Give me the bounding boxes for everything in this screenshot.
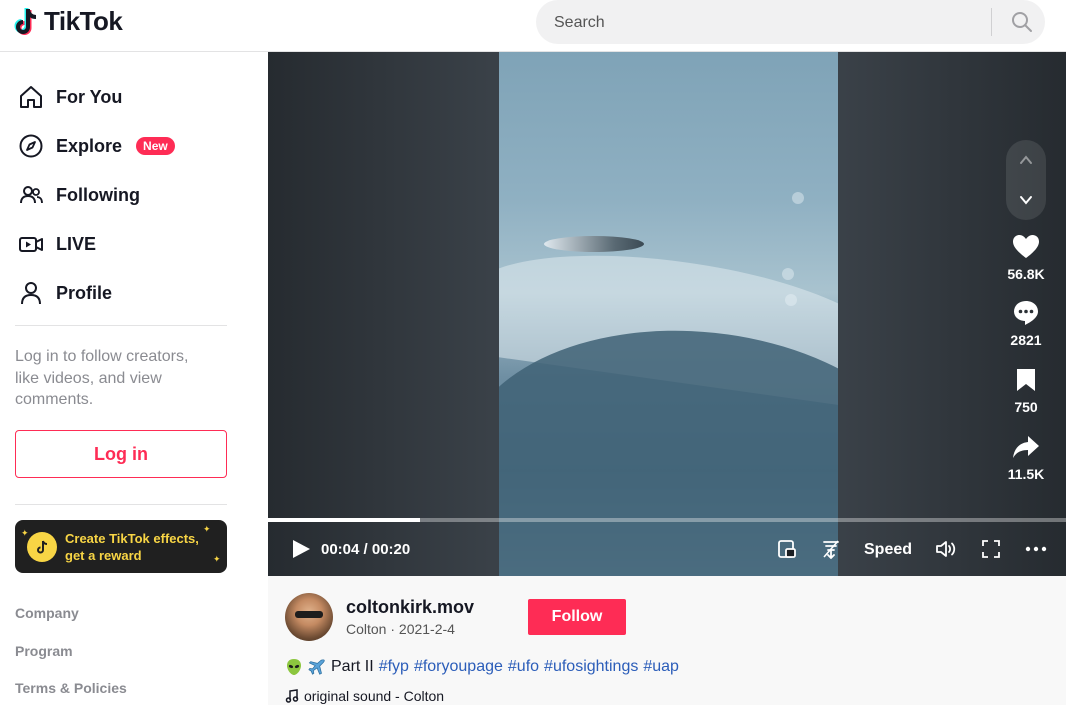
comment-count: 2821 (1010, 332, 1042, 348)
sound-link[interactable]: original sound - Colton (285, 688, 444, 704)
playback-time: 00:04 / 00:20 (321, 541, 411, 558)
footer-link-terms[interactable]: Terms & Policies (15, 680, 127, 696)
comment-button[interactable]: 2821 (998, 298, 1054, 348)
creator-username[interactable]: coltonkirk.mov (346, 597, 474, 618)
effects-note-icon (27, 531, 57, 562)
sidebar-divider (15, 325, 227, 326)
like-count: 56.8K (1007, 266, 1045, 282)
users-icon (18, 182, 44, 208)
light-glint (792, 192, 804, 204)
speed-button[interactable]: Speed (864, 541, 912, 559)
footer-link-program[interactable]: Program (15, 643, 73, 659)
floating-player-icon (778, 540, 796, 558)
sidebar-item-live[interactable]: LIVE (18, 226, 96, 262)
home-icon (18, 84, 44, 110)
sidebar-item-label: LIVE (56, 233, 97, 254)
sidebar-divider (15, 504, 227, 505)
music-note-icon (285, 689, 299, 703)
brand-name: TikTok (44, 6, 123, 36)
live-camera-icon (18, 231, 44, 257)
hashtag-link[interactable]: #ufo (508, 658, 539, 676)
next-video-button[interactable] (1016, 190, 1036, 210)
share-icon (998, 432, 1054, 462)
create-effects-banner[interactable]: Create TikTok effects, get a reward ✦ ✦ … (15, 520, 227, 573)
creator-subline: Colton · 2021-2-4 (346, 621, 455, 637)
person-icon (18, 280, 44, 306)
light-glint (782, 268, 794, 280)
new-badge: New (136, 137, 175, 155)
share-button[interactable]: 11.5K (998, 432, 1054, 482)
sidebar-item-label: Explore (56, 135, 123, 156)
comment-icon (998, 298, 1054, 328)
login-prompt-text: Log in to follow creators, like videos, … (15, 348, 189, 408)
sound-name: original sound - Colton (304, 688, 445, 704)
sparkle-icon: ✦ (213, 554, 221, 564)
video-player[interactable]: 56.8K 2821 750 11.5K 00:04 / 00:20 Speed (268, 52, 1066, 576)
tiktok-note-icon (14, 7, 37, 35)
sparkle-icon: ✦ (203, 524, 211, 534)
effects-banner-text: Create TikTok effects, get a reward (65, 530, 199, 563)
tiktok-logo[interactable]: TikTok (14, 6, 123, 37)
more-options-button[interactable] (1025, 538, 1047, 560)
volume-icon (936, 541, 956, 557)
fullscreen-icon (982, 540, 1000, 558)
more-dots-icon (1025, 546, 1047, 552)
video-caption: Part II #fyp #foryoupage #ufo #ufosighti… (285, 658, 679, 676)
post-info: coltonkirk.mov Colton · 2021-2-4 Follow … (268, 576, 1066, 705)
auto-scroll-icon (823, 540, 839, 559)
video-frame[interactable] (499, 52, 838, 576)
bookmark-count: 750 (1014, 399, 1038, 415)
sidebar-item-profile[interactable]: Profile (18, 275, 112, 311)
search-divider (991, 8, 992, 36)
alien-icon (285, 658, 303, 676)
share-count: 11.5K (1007, 466, 1045, 482)
hashtag-link[interactable]: #fyp (379, 658, 409, 676)
chevron-up-icon (1020, 155, 1032, 164)
hashtag-link[interactable]: #uap (643, 658, 679, 676)
volume-button[interactable] (935, 538, 957, 560)
search-button[interactable] (998, 0, 1045, 44)
sidebar-item-following[interactable]: Following (18, 177, 140, 213)
sidebar-item-for-you[interactable]: For You (18, 79, 122, 115)
login-button[interactable]: Log in (15, 430, 227, 478)
search-bar (536, 0, 1045, 46)
heart-icon (998, 232, 1054, 262)
floating-player-button[interactable] (776, 538, 798, 560)
avatar[interactable] (285, 593, 333, 641)
hashtag-link[interactable]: #ufosightings (544, 658, 638, 676)
bookmark-button[interactable]: 750 (998, 365, 1054, 415)
sparkle-icon: ✦ (21, 528, 29, 538)
sidebar-item-explore[interactable]: Explore New (18, 128, 175, 164)
sidebar-item-label: Following (56, 184, 140, 205)
sidebar-item-label: For You (56, 86, 123, 107)
bookmark-icon (998, 365, 1054, 395)
chevron-down-icon (1020, 196, 1032, 205)
play-icon (293, 540, 310, 558)
caption-text: Part II (331, 658, 374, 675)
auto-scroll-button[interactable] (820, 538, 842, 560)
sunglasses-shape (295, 611, 323, 618)
player-controls: 00:04 / 00:20 Speed (268, 522, 1066, 576)
previous-video-button[interactable] (1016, 150, 1036, 170)
sidebar: For You Explore New Following LIVE Profi… (0, 52, 268, 705)
top-header: TikTok (0, 0, 1066, 52)
light-glint (785, 294, 797, 306)
follow-button[interactable]: Follow (528, 599, 626, 635)
sidebar-item-label: Profile (56, 282, 113, 303)
airplane-icon (308, 658, 326, 676)
like-button[interactable]: 56.8K (998, 232, 1054, 282)
video-nav-arrows (1006, 140, 1046, 220)
search-input[interactable] (552, 0, 986, 46)
hashtag-link[interactable]: #foryoupage (414, 658, 503, 676)
fullscreen-button[interactable] (980, 538, 1002, 560)
play-button[interactable] (290, 538, 312, 565)
ufo-object (544, 236, 644, 252)
search-icon (1011, 12, 1032, 32)
compass-icon (18, 133, 44, 159)
footer-link-company[interactable]: Company (15, 605, 79, 621)
